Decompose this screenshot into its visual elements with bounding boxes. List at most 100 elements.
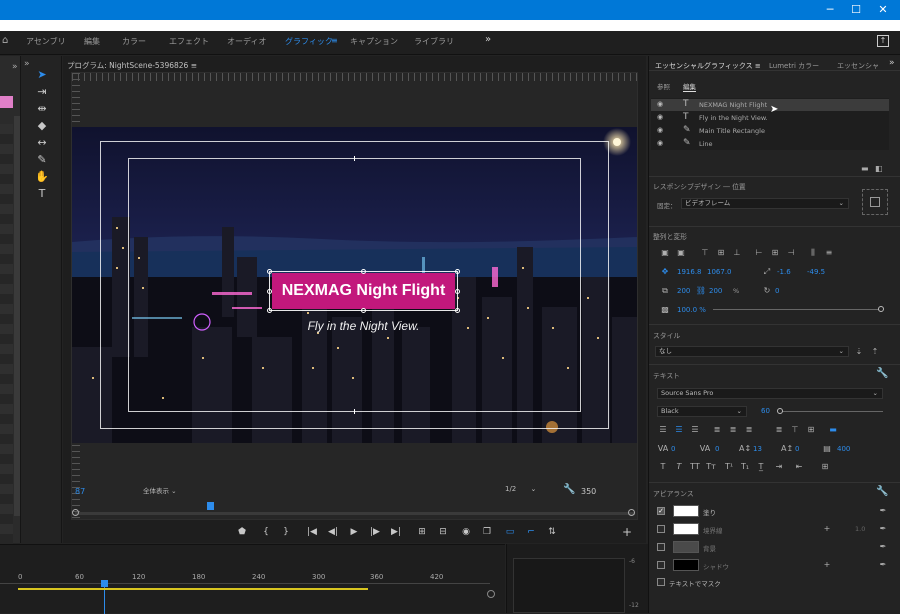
zoom-level-select[interactable]: 全体表示 ⌄ bbox=[143, 485, 191, 497]
scale-width-value[interactable]: 200 bbox=[677, 287, 690, 295]
play-icon[interactable]: ▶ bbox=[347, 526, 361, 538]
text-align-right-icon[interactable]: ☰ bbox=[689, 425, 701, 435]
selected-clip-label[interactable] bbox=[0, 96, 13, 108]
wrench-icon[interactable]: 🔧 bbox=[876, 368, 888, 379]
playhead-marker[interactable] bbox=[207, 502, 214, 510]
resize-handle-br[interactable] bbox=[455, 308, 460, 313]
tab-essential-graphics[interactable]: エッセンシャルグラフィックス ≡ bbox=[655, 61, 761, 71]
justify-center-icon[interactable]: ≣ bbox=[727, 425, 739, 435]
align-selection-icon[interactable]: ▣ bbox=[675, 248, 687, 258]
work-area-bar[interactable] bbox=[18, 588, 368, 590]
playback-resolution-select[interactable]: 1/2 ⌄ bbox=[505, 485, 555, 497]
background-color-swatch[interactable] bbox=[673, 541, 699, 553]
distribute-v-icon[interactable]: ≡ bbox=[823, 248, 835, 258]
step-forward-icon[interactable]: |▶ bbox=[368, 526, 382, 538]
close-icon[interactable]: ✕ bbox=[875, 2, 891, 18]
scale-height-value[interactable]: 200 bbox=[709, 287, 722, 295]
multi-camera-icon[interactable]: ⇅ bbox=[545, 526, 559, 538]
workspace-tab-captions[interactable]: キャプション bbox=[350, 36, 398, 47]
link-icon[interactable]: ⛓ bbox=[695, 286, 707, 296]
maximize-icon[interactable]: ☐ bbox=[848, 2, 864, 18]
pen-tool-icon[interactable]: ✎ bbox=[34, 153, 50, 167]
pin-widget[interactable] bbox=[862, 189, 888, 215]
text-align-left-icon[interactable]: ☰ bbox=[657, 425, 669, 435]
leading-value[interactable]: 13 bbox=[753, 445, 762, 453]
align-right-icon[interactable]: ⊣ bbox=[785, 248, 797, 258]
safe-margins-icon[interactable]: ▭ bbox=[503, 526, 517, 538]
faux-italic-icon[interactable]: T bbox=[673, 462, 685, 472]
minimize-icon[interactable]: ─ bbox=[822, 2, 838, 18]
shadow-checkbox[interactable] bbox=[657, 561, 665, 569]
selection-bounding-box[interactable] bbox=[269, 271, 458, 311]
resize-handle-tl[interactable] bbox=[267, 269, 272, 274]
font-size-slider[interactable] bbox=[779, 411, 883, 412]
subtab-edit[interactable]: 編集 bbox=[683, 81, 696, 92]
overwrite-icon[interactable]: ⊟ bbox=[436, 526, 450, 538]
tracking-value[interactable]: 0 bbox=[671, 445, 675, 453]
push-style-up-icon[interactable]: ⇡ bbox=[869, 347, 881, 357]
baseline-shift-value[interactable]: 0 bbox=[795, 445, 799, 453]
workspace-tab-edit[interactable]: 編集 bbox=[84, 36, 100, 47]
align-top-text-icon[interactable]: ⊤ bbox=[789, 425, 801, 435]
workspace-tab-graphics[interactable]: グラフィック bbox=[285, 36, 333, 47]
eye-icon[interactable]: ◉ bbox=[657, 139, 663, 147]
stroke-checkbox[interactable] bbox=[657, 525, 665, 533]
ripple-edit-tool-icon[interactable]: ⇹ bbox=[34, 102, 50, 116]
text-align-center-icon[interactable]: ☰ bbox=[673, 425, 685, 435]
text-direction-icon[interactable]: ⊞ bbox=[819, 462, 831, 472]
font-style-select[interactable]: Black ⌄ bbox=[657, 406, 747, 417]
style-select[interactable]: なし ⌄ bbox=[655, 346, 849, 357]
hand-tool-icon[interactable]: ✋ bbox=[34, 170, 50, 184]
step-back-icon[interactable]: ◀| bbox=[326, 526, 340, 538]
mark-in-icon[interactable]: { bbox=[259, 526, 273, 538]
playhead-timecode[interactable]: 87 bbox=[75, 487, 85, 496]
stroke-width-value[interactable]: 1.0 bbox=[855, 525, 865, 533]
small-caps-icon[interactable]: Tт bbox=[705, 462, 717, 472]
justify-right-icon[interactable]: ≣ bbox=[743, 425, 755, 435]
home-icon[interactable]: ⌂ bbox=[2, 35, 12, 47]
panel-menu-icon[interactable]: ≡ bbox=[755, 62, 761, 70]
scrub-start-handle[interactable] bbox=[72, 509, 79, 516]
align-top-icon[interactable]: ⊤ bbox=[699, 248, 711, 258]
all-caps-icon[interactable]: TT bbox=[689, 462, 701, 472]
background-checkbox[interactable] bbox=[657, 543, 665, 551]
align-left-icon[interactable]: ⊢ bbox=[753, 248, 765, 258]
justify-left-icon[interactable]: ≣ bbox=[711, 425, 723, 435]
resize-handle-bl[interactable] bbox=[267, 308, 272, 313]
comparison-view-icon[interactable]: ❐ bbox=[480, 526, 494, 538]
layer-row-line[interactable]: ◉ ✎ Line bbox=[651, 138, 889, 150]
kerning-value[interactable]: 0 bbox=[715, 445, 719, 453]
align-vcenter-icon[interactable]: ⊞ bbox=[715, 248, 727, 258]
mark-out-icon[interactable]: } bbox=[279, 526, 293, 538]
ligature-icon[interactable]: ⇥ bbox=[773, 462, 785, 472]
more-tabs-icon[interactable]: » bbox=[889, 58, 895, 68]
layer-row-rectangle[interactable]: ◉ ✎ Main Title Rectangle bbox=[651, 125, 889, 137]
more-workspaces-icon[interactable]: » bbox=[485, 34, 491, 45]
workspace-tab-audio[interactable]: オーディオ bbox=[227, 36, 266, 47]
justify-all-icon[interactable]: ≣ bbox=[773, 425, 785, 435]
button-editor-plus-icon[interactable]: + bbox=[620, 526, 634, 538]
slip-tool-icon[interactable]: ↔ bbox=[34, 136, 50, 150]
mask-with-text-checkbox[interactable] bbox=[657, 578, 665, 586]
distribute-h-icon[interactable]: ⫼ bbox=[807, 248, 819, 258]
workspace-tab-libraries[interactable]: ライブラリ bbox=[414, 36, 454, 47]
video-frame[interactable]: NEXMAG Night Flight Fly in the Night Vie… bbox=[72, 127, 637, 443]
stroke-color-swatch[interactable] bbox=[673, 523, 699, 535]
resize-handle-r[interactable] bbox=[455, 289, 460, 294]
align-bottom-icon[interactable]: ⊥ bbox=[731, 248, 743, 258]
push-style-down-icon[interactable]: ⇣ bbox=[853, 347, 865, 357]
tab-lumetri-color[interactable]: Lumetri カラー bbox=[769, 61, 819, 71]
new-layer-icon[interactable]: ◧ bbox=[875, 164, 883, 173]
type-tool-icon[interactable]: T bbox=[34, 187, 50, 201]
zoom-scroll-handle[interactable] bbox=[487, 590, 495, 598]
opacity-slider-thumb[interactable] bbox=[878, 306, 884, 312]
subscript-icon[interactable]: T₁ bbox=[739, 462, 751, 472]
position-x-value[interactable]: 1916.8 bbox=[677, 268, 702, 276]
scrub-end-handle[interactable] bbox=[628, 509, 635, 516]
eyedropper-icon[interactable]: ✒ bbox=[877, 542, 889, 552]
eyedropper-icon[interactable]: ✒ bbox=[877, 524, 889, 534]
eyedropper-icon[interactable]: ✒ bbox=[877, 506, 889, 516]
eye-icon[interactable]: ◉ bbox=[657, 113, 663, 121]
resize-handle-l[interactable] bbox=[267, 289, 272, 294]
selection-tool-icon[interactable]: ➤ bbox=[34, 68, 50, 82]
